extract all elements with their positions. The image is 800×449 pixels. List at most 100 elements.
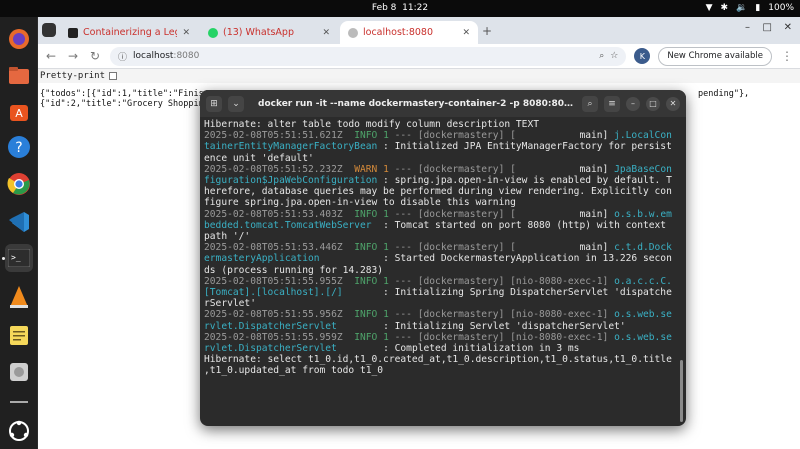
terminal-text: : Initializing Servlet 'dispatcherServle… [336, 320, 626, 332]
terminal-line: ermasteryApplication : Started Dockermas… [204, 253, 682, 264]
disks-icon[interactable] [5, 358, 33, 386]
terminal-line: Hibernate: select t1_0.id,t1_0.created_a… [204, 354, 682, 365]
terminal-icon[interactable]: >_ [5, 244, 33, 272]
files-icon[interactable] [5, 61, 33, 89]
terminal-text: main] [579, 242, 615, 254]
terminal-text: INFO 1 [354, 208, 389, 220]
trash-icon[interactable] [5, 397, 33, 407]
terminal-text: rvlet.DispatcherServlet [204, 343, 337, 355]
tab-whatsapp[interactable]: (13) WhatsApp ✕ [200, 21, 338, 44]
json-line-1: {"todos":[{"id":1,"title":"Finis [40, 89, 204, 99]
tab-localhost[interactable]: localhost:8080 ✕ [340, 21, 478, 44]
json-line-2: {"id":2,"title":"Grocery Shoppin [40, 99, 204, 109]
new-chrome-available-button[interactable]: New Chrome available [658, 46, 772, 66]
terminal-text: --- [dockermastery] [nio-8080-exec-1] [388, 275, 615, 287]
terminal-header: ⊞ ⌄ docker run -it --name dockermastery-… [200, 90, 686, 117]
text-editor-icon[interactable] [5, 321, 33, 349]
new-tab-icon[interactable]: + [482, 24, 492, 38]
bookmark-star-icon[interactable]: ☆ [610, 51, 618, 61]
tab-containerizing[interactable]: Containerizing a Legacy ✕ [60, 21, 198, 44]
terminal-text: INFO 1 [354, 275, 389, 287]
url-port: :8080 [173, 51, 200, 61]
apps-grid-icon[interactable] [5, 417, 33, 445]
terminal-line: ds (process running for 14.283) [204, 265, 682, 276]
back-icon[interactable]: ← [44, 49, 58, 63]
terminal-text: INFO 1 [354, 130, 389, 142]
vlc-icon[interactable] [5, 283, 33, 311]
forward-icon[interactable]: → [66, 49, 80, 63]
terminal-line: rvlet.DispatcherServlet : Completed init… [204, 343, 682, 354]
vscode-icon[interactable] [5, 208, 33, 236]
terminal-scrollbar[interactable] [680, 360, 683, 422]
svg-text:A: A [15, 107, 23, 120]
site-info-icon[interactable]: ⓘ [118, 50, 127, 63]
terminal-text: 2025-02-08T05:51:55.956Z [204, 309, 355, 321]
terminal-line: herefore, database queries may be perfor… [204, 186, 682, 197]
minimize-icon[interactable]: – [745, 22, 750, 33]
maximize-icon[interactable]: □ [646, 96, 660, 111]
terminal-line: path '/' [204, 231, 682, 242]
terminal-text: figure spring.jpa.open-in-view to disabl… [204, 197, 516, 209]
terminal-text: --- [dockermastery] [ [388, 208, 580, 220]
close-icon[interactable]: ✕ [182, 28, 190, 38]
clock-time: 11:22 [402, 3, 429, 13]
chevron-down-icon[interactable]: ⌄ [228, 95, 244, 112]
terminal-line: 2025-02-08T05:51:51.621Z INFO 1 --- [doc… [204, 130, 682, 141]
profile-avatar[interactable]: K [634, 48, 651, 64]
terminal-text: --- [dockermastery] [ [388, 130, 580, 142]
url-host: localhost [133, 51, 174, 61]
browser-toolbar: ← → ↻ ⓘ localhost:8080 ⌕ ☆ K New Chrome … [38, 44, 800, 69]
hamburger-menu-icon[interactable]: ≡ [604, 95, 620, 112]
terminal-text: herefore, database queries may be perfor… [204, 186, 672, 198]
pretty-print-checkbox[interactable] [109, 72, 118, 80]
window-close-icon[interactable]: ✕ [784, 22, 792, 33]
help-icon[interactable]: ? [5, 133, 33, 161]
search-icon[interactable]: ⌕ [582, 95, 598, 112]
menu-kebab-icon[interactable]: ⋮ [780, 49, 794, 63]
firefox-icon[interactable] [5, 25, 33, 53]
system-top-bar: Feb 8 11:22 ▼ ✱ 🔉 ▮ 100% [0, 0, 800, 17]
zoom-icon[interactable]: ⌕ [599, 51, 604, 61]
terminal-text: main] [579, 208, 615, 220]
chrome-icon[interactable] [5, 170, 33, 198]
terminal-line: figuration$JpaWebConfiguration : spring.… [204, 175, 682, 186]
terminal-text: o.s.web.se [614, 331, 672, 343]
close-icon[interactable]: ✕ [462, 28, 470, 38]
system-tray[interactable]: ▼ ✱ 🔉 ▮ 100% [706, 3, 794, 13]
globe-favicon-icon [348, 27, 358, 38]
tab-label: Containerizing a Legacy [83, 27, 177, 38]
terminal-title: docker run -it --name dockermastery-cont… [258, 98, 576, 109]
pretty-print-bar: Pretty-print [38, 69, 800, 83]
terminal-line: rvlet.DispatcherServlet : Initializing S… [204, 321, 682, 332]
terminal-text: 2025-02-08T05:51:55.955Z [204, 275, 355, 287]
maximize-icon[interactable]: □ [763, 22, 772, 33]
terminal-text: Hibernate: alter table todo modify colum… [204, 119, 540, 130]
terminal-text: Hibernate: select t1_0.id,t1_0.created_a… [204, 354, 672, 366]
minimize-icon[interactable]: – [626, 96, 640, 111]
pretty-print-label: Pretty-print [40, 71, 106, 81]
terminal-line: tainerEntityManagerFactoryBean : Initial… [204, 141, 682, 152]
terminal-text: figuration$JpaWebConfiguration [204, 175, 378, 187]
terminal-text: : Initializing Spring DispatcherServlet … [342, 287, 672, 299]
new-tab-icon[interactable]: ⊞ [206, 95, 222, 112]
terminal-text: 2025-02-08T05:51:52.232Z [204, 163, 355, 175]
terminal-text: : Tomcat started on port 8080 (http) wit… [371, 219, 667, 231]
terminal-line: 2025-02-08T05:51:53.403Z INFO 1 --- [doc… [204, 209, 682, 220]
tab-search-icon[interactable] [42, 23, 56, 37]
terminal-output[interactable]: Hibernate: alter table todo modify colum… [200, 117, 686, 379]
terminal-line: Hibernate: alter table todo modify colum… [204, 119, 682, 130]
app-center-icon[interactable]: A [5, 97, 33, 125]
terminal-text: INFO 1 [354, 309, 389, 321]
terminal-text: main] [579, 163, 615, 175]
terminal-text: ence unit 'default' [204, 152, 314, 164]
system-clock[interactable]: Feb 8 11:22 [0, 3, 800, 13]
terminal-text: : Started DockermasteryApplication in 13… [319, 253, 672, 265]
terminal-text: rServlet' [204, 298, 256, 310]
close-icon[interactable]: ✕ [322, 28, 330, 38]
reload-icon[interactable]: ↻ [88, 49, 102, 63]
close-icon[interactable]: ✕ [666, 96, 680, 111]
terminal-window: ⊞ ⌄ docker run -it --name dockermastery-… [200, 90, 686, 426]
terminal-line: 2025-02-08T05:51:52.232Z WARN 1 --- [doc… [204, 164, 682, 175]
tab-strip: Containerizing a Legacy ✕ (13) WhatsApp … [38, 17, 800, 44]
address-bar[interactable]: ⓘ localhost:8080 ⌕ ☆ [110, 46, 627, 66]
